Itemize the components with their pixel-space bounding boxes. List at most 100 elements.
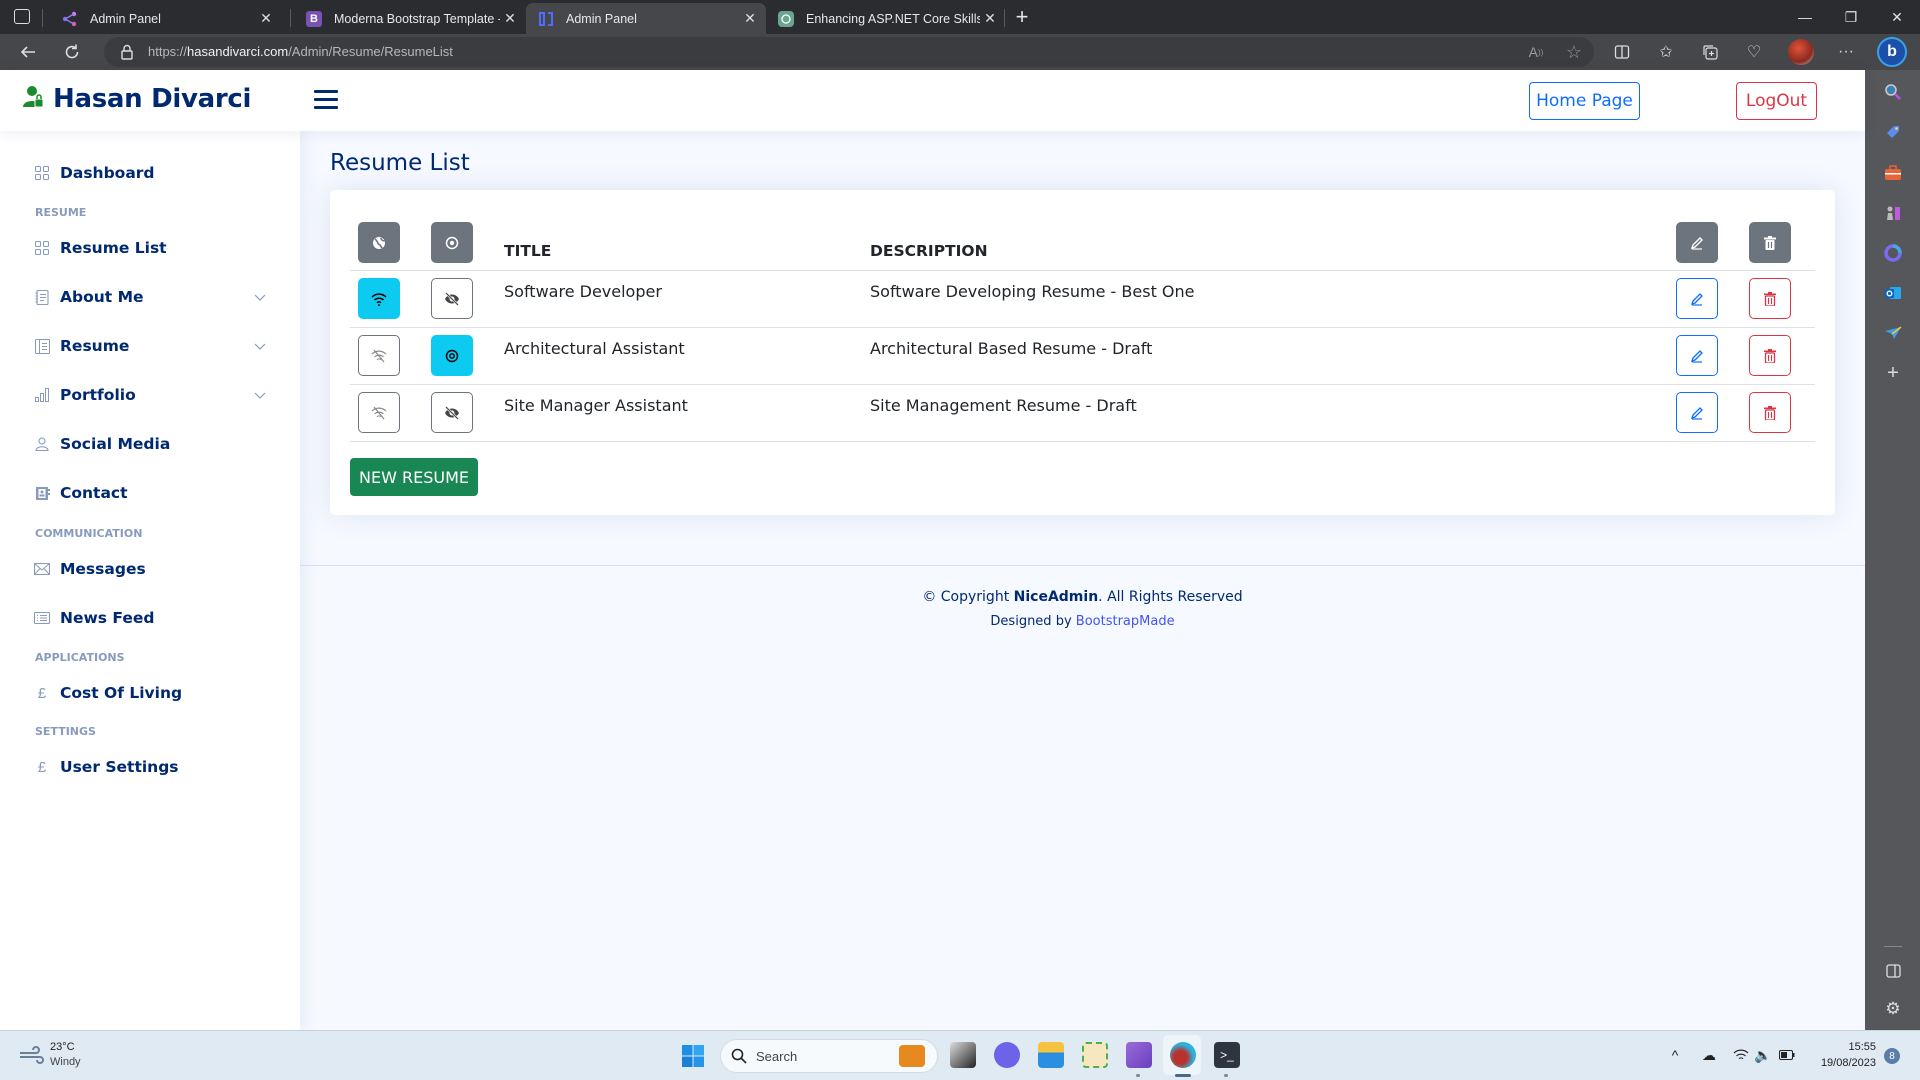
sidebar-item-dashboard[interactable]: Dashboard (34, 159, 266, 187)
outlook-icon[interactable] (1882, 282, 1904, 304)
favorites-icon[interactable]: ✩ (1654, 40, 1678, 64)
profile-avatar[interactable] (1788, 39, 1814, 65)
publish-column-header-button[interactable] (358, 222, 400, 263)
tab-enhancing-aspnet[interactable]: Enhancing ASP.NET Core Skills ✕ (766, 3, 1006, 34)
tab-admin-panel-active[interactable]: Admin Panel ✕ (526, 3, 766, 34)
chevron-down-icon[interactable] (254, 389, 266, 401)
logout-button[interactable]: LogOut (1736, 82, 1817, 120)
sidebar-item-cost-of-living[interactable]: £ Cost Of Living (34, 679, 266, 707)
visibility-column-header-button[interactable] (431, 222, 473, 263)
toggle-sidebar-button[interactable] (314, 90, 338, 110)
resume-description: Software Developing Resume - Best One (870, 282, 1195, 301)
tab-actions-icon[interactable] (14, 9, 30, 24)
lock-icon[interactable] (120, 44, 134, 65)
new-tab-button[interactable]: + (1010, 4, 1034, 30)
new-resume-button[interactable]: NEW RESUME (350, 458, 478, 496)
search-icon[interactable] (1882, 81, 1904, 103)
close-window-button[interactable]: ✕ (1874, 0, 1920, 34)
column-header-title: TITLE (504, 242, 552, 260)
sidebar-item-user-settings[interactable]: £ User Settings (34, 753, 266, 781)
delete-column-header-button[interactable] (1749, 222, 1791, 263)
notification-badge[interactable]: 8 (1884, 1048, 1900, 1064)
chevron-down-icon[interactable] (254, 291, 266, 303)
eye-icon (445, 349, 459, 362)
edit-button[interactable] (1676, 278, 1718, 319)
taskbar-app-file-manager-icon[interactable] (950, 1042, 976, 1068)
sidebar-item-portfolio[interactable]: Portfolio (34, 381, 266, 409)
taskbar-app-visual-studio-icon[interactable] (1126, 1042, 1152, 1068)
sidebar-item-contact[interactable]: Contact (34, 479, 266, 507)
edit-column-header-button[interactable] (1676, 222, 1718, 263)
sidebar-item-resume-list[interactable]: Resume List (34, 234, 266, 262)
split-screen-icon[interactable] (1610, 40, 1634, 64)
delete-button[interactable] (1749, 335, 1791, 376)
sidebar-item-resume[interactable]: Resume (34, 332, 266, 360)
visibility-toggle-button[interactable] (431, 335, 473, 376)
drop-send-icon[interactable] (1882, 322, 1904, 344)
more-options-icon[interactable]: ··· (1834, 40, 1858, 64)
tab-close-icon[interactable]: ✕ (980, 10, 1000, 27)
show-hidden-icons-chevron-up-icon[interactable]: ^ (1666, 1046, 1684, 1064)
weather-windy-icon[interactable] (18, 1045, 44, 1070)
grid-icon (34, 165, 50, 181)
address-bar[interactable]: https://hasandivarci.com/Admin/Resume/Re… (104, 37, 1594, 67)
tab-close-icon[interactable]: ✕ (256, 10, 276, 27)
taskbar-app-snipping-tool-icon[interactable] (1082, 1042, 1108, 1068)
taskbar-app-edge-icon[interactable] (1170, 1042, 1196, 1068)
visibility-toggle-button[interactable] (431, 392, 473, 433)
brand-logo-link[interactable]: Hasan Divarci (23, 84, 251, 114)
clock-time[interactable]: 15:55 (1814, 1041, 1876, 1053)
delete-button[interactable] (1749, 392, 1791, 433)
hide-sidebar-icon[interactable] (1882, 960, 1904, 982)
collections-icon[interactable] (1698, 40, 1722, 64)
copyright-suffix: . All Rights Reserved (1098, 589, 1243, 605)
sidebar-item-about-me[interactable]: About Me (34, 283, 266, 311)
bootstrapmade-link[interactable]: BootstrapMade (1076, 614, 1175, 629)
taskbar-search-box[interactable]: Search (720, 1039, 938, 1073)
windows-start-icon[interactable] (682, 1045, 704, 1072)
home-page-button[interactable]: Home Page (1529, 82, 1640, 120)
add-sidebar-app-icon[interactable]: + (1882, 362, 1904, 384)
publish-toggle-button[interactable] (358, 335, 400, 376)
restore-button[interactable]: ❐ (1828, 0, 1874, 34)
onedrive-cloud-icon[interactable]: ☁ (1700, 1046, 1718, 1064)
edit-button[interactable] (1676, 392, 1718, 433)
wifi-icon[interactable] (1732, 1046, 1750, 1064)
chatgpt-icon (778, 10, 794, 27)
sidebar-item-messages[interactable]: Messages (34, 555, 266, 583)
minimize-button[interactable]: — (1782, 0, 1828, 34)
tab-admin-panel-1[interactable]: Admin Panel ✕ (50, 3, 282, 34)
url-text[interactable]: https://hasandivarci.com/Admin/Resume/Re… (148, 44, 453, 59)
taskbar-app-terminal-icon[interactable]: >_ (1214, 1042, 1240, 1068)
bing-copilot-icon[interactable]: b (1877, 37, 1907, 67)
publish-toggle-button[interactable] (358, 392, 400, 433)
chevron-down-icon[interactable] (254, 340, 266, 352)
microsoft-365-icon[interactable] (1882, 242, 1904, 264)
tab-close-icon[interactable]: ✕ (740, 10, 760, 27)
sidebar-item-social-media[interactable]: Social Media (34, 430, 266, 458)
browser-essentials-icon[interactable]: ♡ (1742, 40, 1766, 64)
delete-button[interactable] (1749, 278, 1791, 319)
read-aloud-icon[interactable]: A)) (1524, 40, 1548, 64)
favorite-star-icon[interactable]: ☆ (1562, 40, 1586, 64)
back-button[interactable] (14, 38, 42, 66)
bar-chart-icon (34, 387, 50, 403)
tools-toolbox-icon[interactable] (1882, 162, 1904, 184)
weather-temperature[interactable]: 23°C (50, 1041, 75, 1053)
weather-description[interactable]: Windy (50, 1056, 81, 1068)
shopping-tag-icon[interactable] (1882, 121, 1904, 143)
taskbar-app-teams-chat-icon[interactable] (994, 1042, 1020, 1068)
refresh-button[interactable] (58, 38, 86, 66)
battery-icon[interactable] (1778, 1046, 1796, 1064)
tab-close-icon[interactable]: ✕ (500, 10, 520, 27)
tab-moderna-template[interactable]: B Moderna Bootstrap Template - In ✕ (294, 3, 526, 34)
clock-date[interactable]: 19/08/2023 (1804, 1057, 1876, 1069)
sidebar-settings-gear-icon[interactable]: ⚙ (1882, 998, 1904, 1020)
volume-icon[interactable]: 🔈 (1754, 1046, 1772, 1064)
visibility-toggle-button[interactable] (431, 278, 473, 319)
games-chess-icon[interactable] (1882, 202, 1904, 224)
publish-toggle-button[interactable] (358, 278, 400, 319)
edit-button[interactable] (1676, 335, 1718, 376)
taskbar-app-file-explorer-icon[interactable] (1038, 1042, 1064, 1068)
sidebar-item-news-feed[interactable]: News Feed (34, 604, 266, 632)
